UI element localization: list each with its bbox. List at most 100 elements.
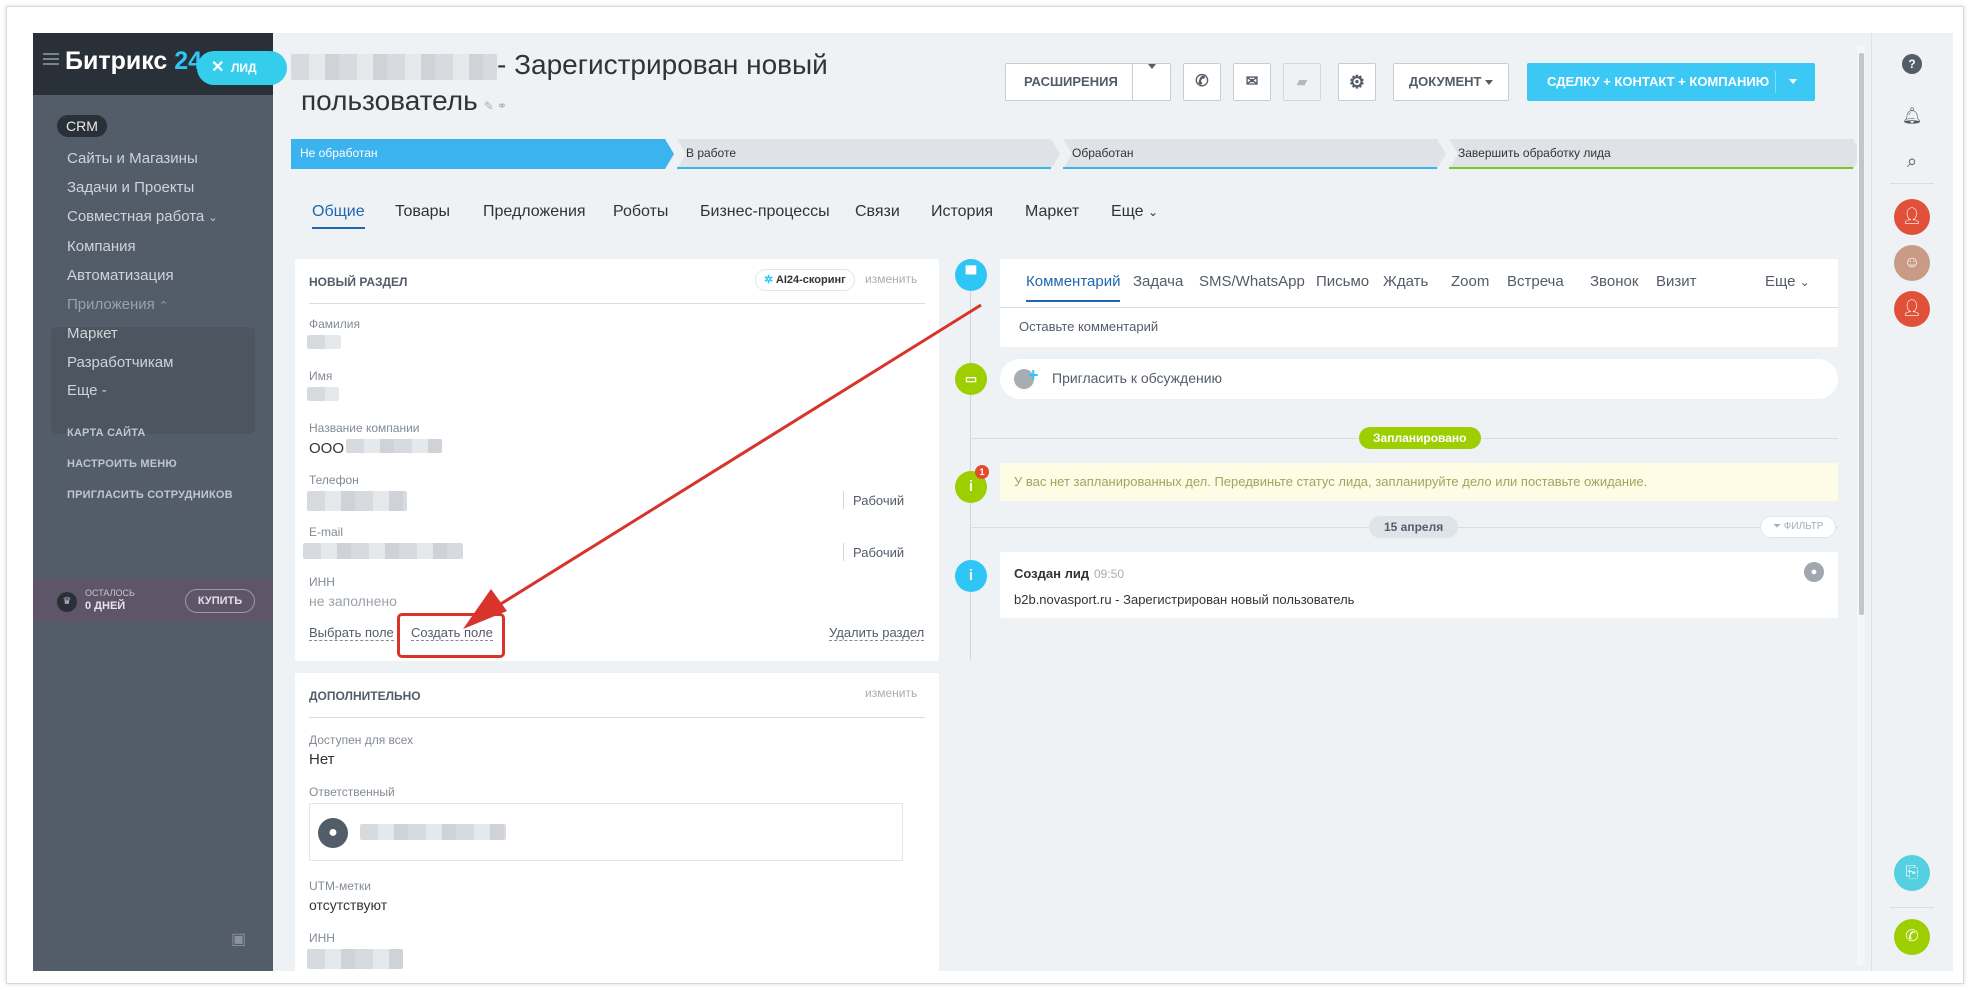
chat-button[interactable]: ▰ — [1283, 63, 1321, 101]
divider — [1890, 907, 1934, 908]
tab-bizproc[interactable]: Бизнес-процессы — [700, 203, 830, 221]
name-label: Имя — [309, 369, 333, 383]
menu-item-crm[interactable]: CRM — [57, 115, 107, 137]
menu-item-company[interactable]: Компания — [67, 238, 136, 255]
link-icon[interactable]: ⚭ — [497, 99, 507, 113]
created-text: b2b.novasport.ru - Зарегистрирован новый… — [1014, 592, 1355, 607]
link-sitemap[interactable]: КАРТА САЙТА — [67, 427, 146, 439]
email-value[interactable] — [303, 543, 463, 559]
menu-item-automation[interactable]: Автоматизация — [67, 267, 174, 284]
user-photo-avatar[interactable]: ☺ — [1894, 245, 1930, 281]
printer-icon[interactable]: ▣ — [231, 929, 246, 949]
filter-button[interactable]: ⏷ ФИЛЬТР — [1760, 516, 1837, 538]
help-icon[interactable]: ? — [1894, 45, 1930, 81]
menu-item-collab[interactable]: Совместная работа ⌄ — [67, 208, 218, 225]
apps-group — [51, 327, 255, 434]
phone-icon[interactable]: ✆ — [1894, 919, 1930, 955]
tl-tab-zoom[interactable]: Zoom — [1451, 273, 1489, 290]
tab-more[interactable]: Еще ⌄ — [1111, 203, 1158, 221]
page-title: - Зарегистрирован новый — [291, 49, 828, 81]
chevron-down-icon: ⌄ — [1148, 205, 1159, 219]
close-icon[interactable]: ✕ — [211, 51, 224, 85]
tab-general[interactable]: Общие — [312, 203, 365, 229]
menu-item-sites[interactable]: Сайты и Магазины — [67, 150, 198, 167]
utm-label: UTM-метки — [309, 879, 371, 893]
phone-label: Телефон — [309, 473, 359, 487]
divider — [309, 717, 925, 718]
search-icon[interactable]: ⌕ — [1894, 143, 1930, 179]
page-title-line2: пользователь ✎ ⚭ — [301, 85, 507, 116]
responsible-box[interactable]: ● — [309, 803, 903, 861]
menu-burger-icon[interactable] — [43, 53, 59, 65]
menu-item-tasks[interactable]: Задачи и Проекты — [67, 179, 194, 196]
chevron-up-icon: ⌃ — [158, 300, 169, 312]
tab-links[interactable]: Связи — [855, 203, 900, 221]
caret-down-icon — [1789, 79, 1797, 84]
tl-tab-visit[interactable]: Визит — [1656, 273, 1697, 290]
tl-tab-more[interactable]: Еще ⌄ — [1765, 273, 1810, 290]
lead-close-pill[interactable]: ✕ ЛИД — [197, 51, 287, 85]
tl-tab-meeting[interactable]: Встреча — [1507, 273, 1564, 290]
edit-pencil-icon[interactable]: ✎ — [484, 99, 494, 113]
bitrix-logo[interactable]: Битрикс 24 — [65, 47, 202, 76]
divider — [1890, 183, 1934, 184]
menu-item-market[interactable]: Маркет — [67, 325, 118, 342]
menu-item-apps[interactable]: Приложения ⌃ — [67, 296, 168, 313]
open-channels-icon[interactable]: ⎘ — [1894, 855, 1930, 891]
ai-scoring-badge[interactable]: ✲ AI24-скоринг — [755, 269, 855, 291]
email-label: E-mail — [309, 525, 344, 539]
email-button[interactable]: ✉ — [1233, 63, 1271, 101]
chevron-down-icon: ⌄ — [1799, 275, 1810, 289]
user-avatar-icon[interactable]: 👤︎ — [1894, 291, 1930, 327]
author-avatar-icon[interactable]: ● — [1804, 562, 1824, 582]
tl-tab-comment[interactable]: Комментарий — [1026, 273, 1121, 302]
user-avatar-icon[interactable]: 👤︎ — [1894, 199, 1930, 235]
user-avatar-icon: ● — [318, 818, 348, 848]
tl-tab-wait[interactable]: Ждать — [1383, 273, 1428, 290]
notice-box: У вас нет запланированных дел. Передвинь… — [1000, 463, 1838, 501]
document-button[interactable]: ДОКУМЕНТ — [1393, 63, 1509, 101]
stage-finish[interactable]: Завершить обработку лида — [1449, 139, 1611, 169]
comment-input[interactable]: Оставьте комментарий — [1019, 319, 1158, 334]
extensions-button[interactable]: РАСШИРЕНИЯ — [1005, 63, 1171, 101]
crown-icon: ♛ — [57, 592, 77, 612]
stage-not-processed[interactable]: Не обработан — [291, 139, 378, 169]
name-value — [307, 387, 339, 401]
company-label: Название компании — [309, 421, 420, 435]
link-configure-menu[interactable]: НАСТРОИТЬ МЕНЮ — [67, 458, 177, 470]
scrollbar-thumb[interactable] — [1859, 53, 1864, 615]
tab-products[interactable]: Товары — [395, 203, 450, 221]
invite-bar[interactable]: + Пригласить к обсуждению — [1000, 359, 1838, 399]
chevron-down-icon — [1485, 80, 1494, 86]
buy-button[interactable]: КУПИТЬ — [185, 589, 255, 613]
stage-in-progress[interactable]: В работе — [677, 139, 736, 169]
link-invite[interactable]: ПРИГЛАСИТЬ СОТРУДНИКОВ — [67, 489, 233, 501]
screenshot-frame: Битрикс 24 ✕ ЛИД CRM Сайты и Магазины Зад… — [6, 6, 1964, 984]
comment-icon: ▀ — [955, 259, 987, 291]
tab-history[interactable]: История — [931, 203, 993, 221]
settings-button[interactable]: ⚙ — [1338, 63, 1376, 101]
convert-button[interactable]: СДЕЛКУ + КОНТАКТ + КОМПАНИЮ — [1527, 63, 1815, 101]
select-field-link[interactable]: Выбрать поле — [309, 625, 394, 641]
section-title: ДОПОЛНИТЕЛЬНО — [309, 689, 421, 703]
tab-robots[interactable]: Роботы — [613, 203, 668, 221]
call-button[interactable]: ✆ — [1183, 63, 1221, 101]
edit-link[interactable]: изменить — [865, 272, 917, 286]
tl-tab-call[interactable]: Звонок — [1590, 273, 1638, 290]
lastname-label: Фамилия — [309, 317, 360, 331]
responsible-name[interactable] — [360, 824, 506, 840]
edit-link[interactable]: изменить — [865, 686, 917, 700]
bell-icon[interactable]: 🔔︎ — [1894, 99, 1930, 135]
tab-offers[interactable]: Предложения — [483, 203, 586, 221]
tl-tab-task[interactable]: Задача — [1133, 273, 1183, 290]
menu-item-developers[interactable]: Разработчикам — [67, 354, 173, 371]
tl-tab-sms[interactable]: SMS/WhatsApp — [1199, 273, 1305, 290]
phone-value[interactable] — [307, 491, 407, 511]
inn-value — [307, 949, 403, 969]
lastname-value — [307, 335, 341, 349]
menu-item-more[interactable]: Еще - — [67, 382, 107, 399]
tab-market[interactable]: Маркет — [1025, 203, 1079, 221]
tl-tab-email[interactable]: Письмо — [1316, 273, 1369, 290]
stage-processed[interactable]: Обработан — [1063, 139, 1134, 169]
chat-icon: ▰ — [1297, 74, 1307, 89]
